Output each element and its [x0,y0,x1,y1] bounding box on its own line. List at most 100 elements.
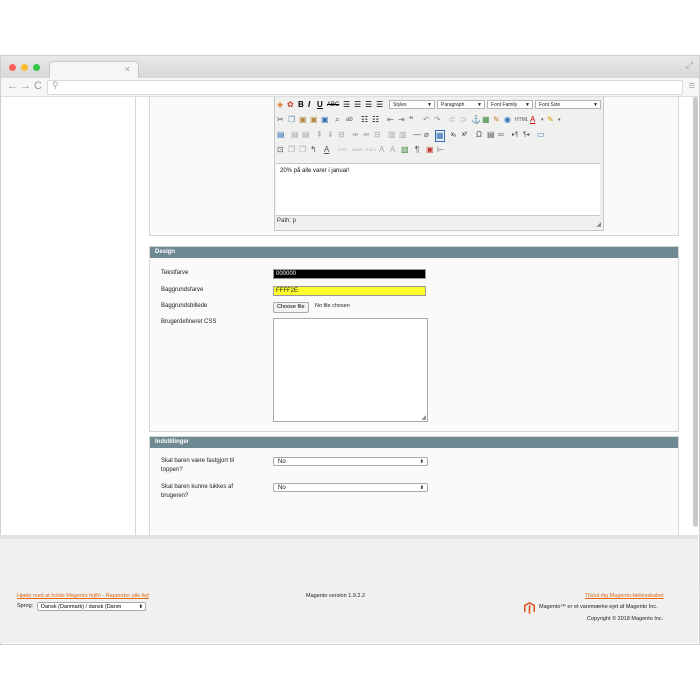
editor-content-area[interactable]: 20% på alle varer i januar! [276,163,600,216]
insert-row-icon[interactable]: ⇞ [316,130,323,140]
fixed-top-select[interactable]: No ⬍ [273,457,428,466]
align-right-icon[interactable]: ☰ [365,100,372,110]
replace-icon[interactable]: ab [346,115,353,125]
cite-icon[interactable]: CITE [338,145,347,155]
redo-icon[interactable]: ↷ [434,115,441,125]
bold-icon[interactable]: B [298,100,304,110]
underline-icon[interactable]: U [317,100,323,110]
text-color-input[interactable]: 000000 [273,269,426,279]
numbered-list-icon[interactable]: ☷ [372,115,379,125]
insert-layer-icon[interactable]: ⊡ [277,145,284,155]
split-cells-icon[interactable]: ▥ [388,130,396,140]
fullscreen-icon[interactable]: ⤢ [686,60,693,71]
blockquote-icon[interactable]: ❝ [409,115,413,125]
rtl-icon[interactable]: ═ [498,130,504,140]
closable-select[interactable]: No ⬍ [273,483,428,492]
resize-grip-icon[interactable]: ◢ [421,414,426,421]
strikethrough-icon[interactable]: ABC [327,100,339,110]
forward-icon[interactable]: → [20,80,31,92]
table-icon[interactable]: ▤ [277,130,285,140]
align-center-icon[interactable]: ☰ [354,100,361,110]
visual-aid-icon[interactable]: ▦ [435,130,445,142]
spellcheck-icon[interactable]: ✿ [287,100,294,110]
special-char-icon[interactable]: Ω [476,130,482,140]
community-link[interactable]: Tilslut dig Magento-fællesskabet [585,593,664,599]
font-size-select[interactable]: Font Size ▼ [535,100,601,109]
insert-col-icon[interactable]: ⇹ [352,130,359,140]
italic-icon[interactable]: I [308,100,310,110]
custom-css-textarea[interactable]: ◢ [273,318,428,422]
report-bug-link[interactable]: Hjælp med at holde Magento fejlfri - Rap… [17,593,149,599]
media-icon[interactable]: ▤ [487,130,495,140]
help-icon[interactable]: ◉ [504,115,511,125]
browser-tab[interactable]: × [49,61,139,79]
source-icon[interactable]: ◈ [277,100,283,110]
merge-cells-icon[interactable]: ▥ [399,130,407,140]
cut-icon[interactable]: ✂ [277,115,284,125]
styles-select[interactable]: Styles ▼ [389,100,435,109]
chevron-down-icon[interactable]: ▾ [558,115,561,125]
del-icon[interactable]: A [379,145,384,155]
anchor-icon[interactable]: ⚓ [471,115,481,125]
styleprops-icon[interactable]: A [324,145,329,155]
row-props-icon[interactable]: ▤ [291,130,299,140]
horizontal-rule-icon[interactable]: — [413,130,421,140]
insert-col-after-icon[interactable]: ⇹ [363,130,370,140]
language-select[interactable]: Dansk (Danmark) / dansk (Danm ⬍ [37,602,146,611]
chevron-down-icon[interactable]: ▾ [541,115,544,125]
ins-icon[interactable]: A [390,145,395,155]
copy-icon[interactable]: ❐ [288,115,295,125]
ltr-icon[interactable]: ▸¶ [512,130,518,140]
template-icon[interactable]: ▣ [426,145,434,155]
move-backward-icon[interactable]: ❐ [299,145,306,155]
back-icon[interactable]: ← [7,80,18,92]
paste-icon[interactable]: ▣ [299,115,307,125]
abbr-icon[interactable]: ABBR [352,145,363,155]
outdent-icon[interactable]: ⇤ [387,115,394,125]
text-color-icon[interactable]: A [530,115,535,125]
paste-text-icon[interactable]: ▣ [310,115,318,125]
html-icon[interactable]: HTML [515,115,529,125]
close-window-button[interactable] [9,64,16,71]
indent-icon[interactable]: ⇥ [398,115,405,125]
absolute-icon[interactable]: ↰ [310,145,317,155]
resize-grip-icon[interactable]: ◢ [596,221,601,228]
reload-icon[interactable]: C [34,80,42,92]
remove-format-icon[interactable]: ⌀ [424,130,429,140]
cleanup-icon[interactable]: ✎ [493,115,500,125]
background-color-icon[interactable]: ✎ [547,115,554,125]
superscript-icon[interactable]: x² [462,130,467,140]
justify-icon[interactable]: ☰ [376,100,383,110]
subscript-icon[interactable]: x₂ [451,130,456,140]
attribs-icon[interactable]: ▧ [401,145,409,155]
font-family-select[interactable]: Font Family ▼ [487,100,533,109]
insert-row-after-icon[interactable]: ⇟ [327,130,334,140]
find-icon[interactable]: ⌕ [335,115,339,125]
link-icon[interactable]: ⊂ [449,115,456,125]
align-left-icon[interactable]: ☰ [343,100,350,110]
move-forward-icon[interactable]: ❐ [288,145,295,155]
editor-content-text: 20% på alle varer i januar! [280,168,350,174]
delete-col-icon[interactable]: ⊟ [374,130,381,140]
cell-props-icon[interactable]: ▤ [302,130,310,140]
unlink-icon[interactable]: ⊃ [460,115,467,125]
address-bar-input[interactable]: ⚲ [47,80,683,95]
paragraph-select[interactable]: Paragraph ▼ [437,100,485,109]
tab-close-icon[interactable]: × [125,64,130,74]
nonbreaking-icon[interactable]: ¶ [415,145,419,155]
paste-word-icon[interactable]: ▣ [321,115,329,125]
pagebreak-icon[interactable]: ⊢ [437,145,444,155]
minimize-window-button[interactable] [21,64,28,71]
delete-row-icon[interactable]: ⊟ [338,130,345,140]
choose-file-button[interactable]: Choose file [273,302,309,313]
rtl-paragraph-icon[interactable]: ¶◂ [523,130,529,140]
bullet-list-icon[interactable]: ☷ [361,115,368,125]
undo-icon[interactable]: ↶ [423,115,430,125]
image-icon[interactable]: ▦ [482,115,490,125]
page-scrollbar[interactable] [693,97,698,527]
browser-menu-icon[interactable]: ≡ [689,80,695,92]
maximize-window-button[interactable] [33,64,40,71]
acronym-icon[interactable]: A.B.C [366,145,376,155]
bg-color-input[interactable]: FFFF2E [273,286,426,296]
fullscreen-editor-icon[interactable]: ▭ [537,130,545,140]
